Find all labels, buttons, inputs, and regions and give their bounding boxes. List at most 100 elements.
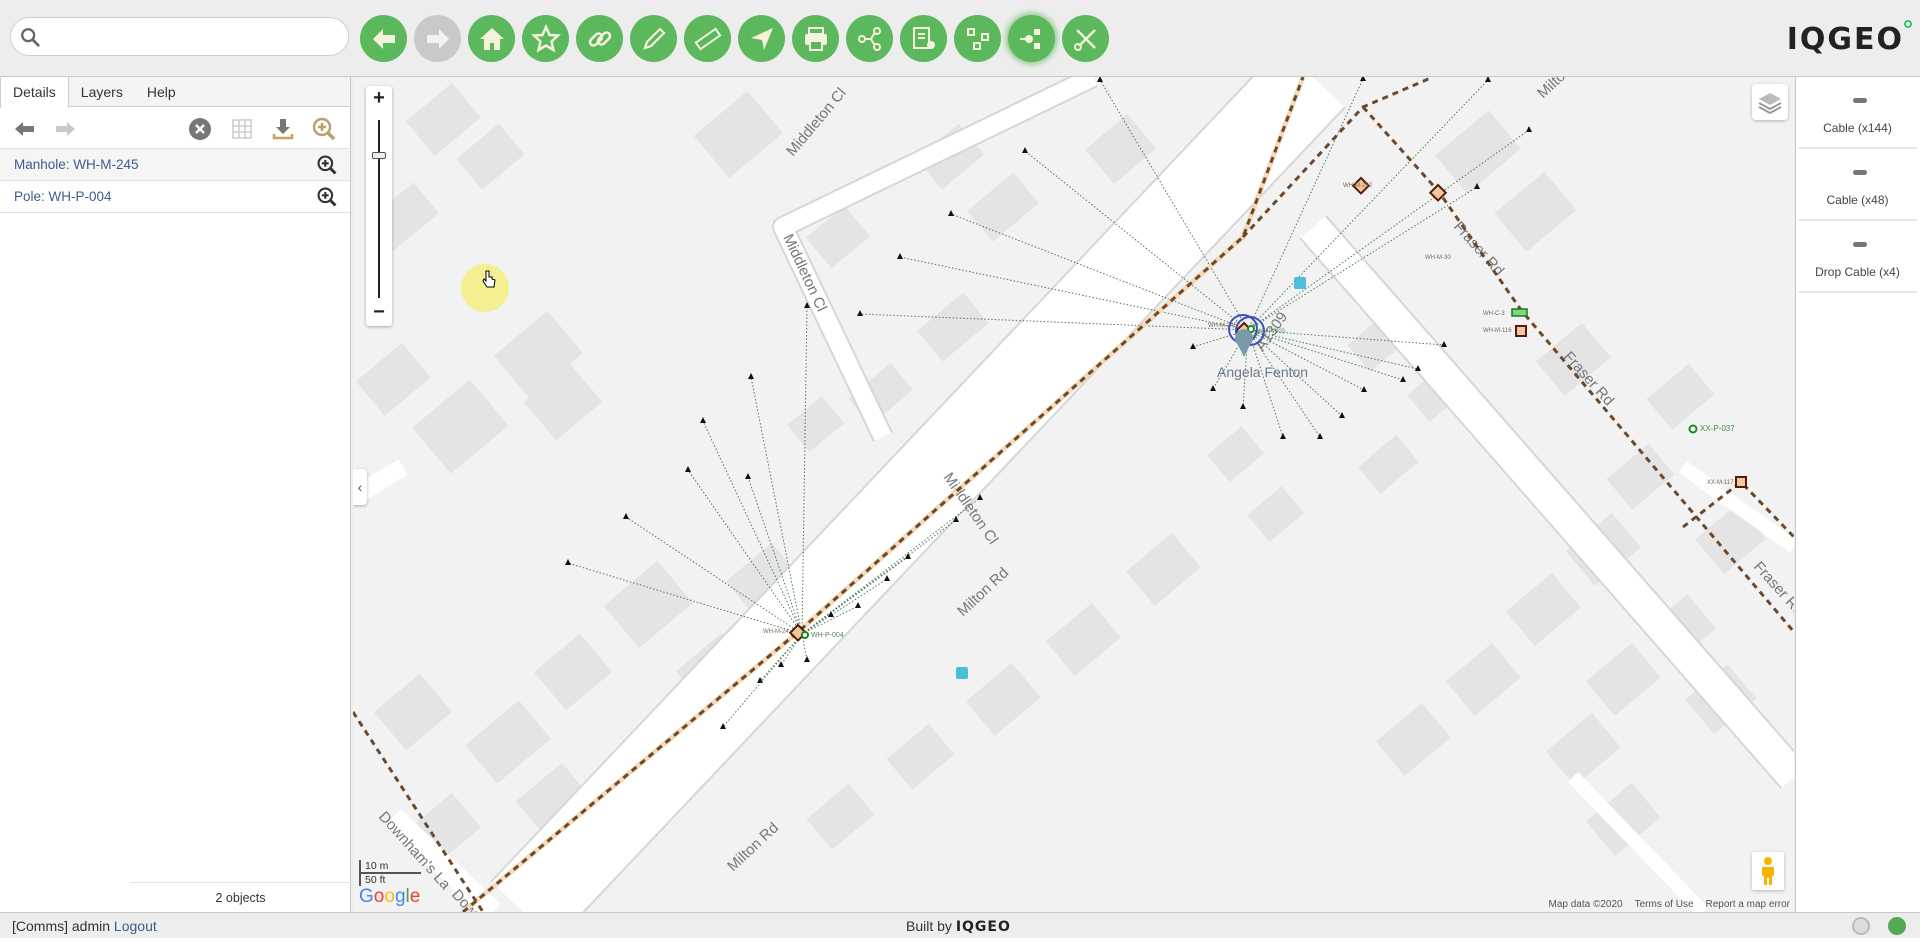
terms-link[interactable]: Terms of Use bbox=[1635, 899, 1694, 910]
drop-endpoint-marker[interactable] bbox=[948, 210, 954, 216]
result-item-pole[interactable]: Pole: WH-P-004 bbox=[0, 181, 350, 213]
map-canvas[interactable]: Middleton Cl Middleton Cl Middleton Cl M… bbox=[353, 77, 1794, 912]
trace-button[interactable] bbox=[846, 15, 893, 62]
drop-endpoint-marker[interactable] bbox=[745, 473, 751, 479]
zoom-slider-track[interactable] bbox=[378, 120, 380, 298]
result-label[interactable]: Manhole: WH-M-245 bbox=[14, 157, 139, 172]
result-label[interactable]: Pole: WH-P-004 bbox=[14, 189, 112, 204]
drop-endpoint-marker[interactable] bbox=[1526, 126, 1532, 132]
next-button[interactable] bbox=[52, 116, 78, 142]
report-settings-icon bbox=[912, 26, 935, 49]
schematic-button[interactable] bbox=[954, 15, 1001, 62]
built-by: Built by IQGEO bbox=[906, 918, 1011, 935]
tab-help[interactable]: Help bbox=[135, 77, 188, 106]
home-icon bbox=[479, 27, 504, 50]
manhole-marker bbox=[1735, 476, 1747, 488]
drop-endpoint-marker[interactable] bbox=[1485, 77, 1491, 82]
drop-endpoint-marker[interactable] bbox=[1400, 376, 1406, 382]
star-icon bbox=[530, 23, 561, 53]
logo-dot bbox=[1904, 20, 1912, 28]
drop-endpoint-marker[interactable] bbox=[1317, 433, 1323, 439]
cable-card[interactable]: Cable (x144) bbox=[1798, 79, 1917, 149]
drop-endpoint-marker[interactable] bbox=[685, 466, 691, 472]
back-button[interactable] bbox=[360, 15, 407, 62]
drop-endpoint-marker[interactable] bbox=[1339, 412, 1345, 418]
tab-details[interactable]: Details bbox=[0, 77, 69, 108]
zoom-in-icon[interactable] bbox=[316, 154, 338, 176]
link-button[interactable] bbox=[576, 15, 623, 62]
zoom-in-button[interactable]: + bbox=[366, 86, 392, 112]
map-attribution: Map data ©2020 Terms of Use Report a map… bbox=[1549, 899, 1790, 910]
print-button[interactable] bbox=[792, 15, 839, 62]
user-info: [Comms] admin Logout bbox=[12, 918, 157, 934]
drop-endpoint-marker[interactable] bbox=[700, 417, 706, 423]
schematic-icon bbox=[966, 27, 989, 50]
zoom-out-button[interactable]: − bbox=[366, 300, 392, 326]
street-view-button[interactable] bbox=[1752, 852, 1784, 890]
drop-endpoint-marker[interactable] bbox=[1097, 77, 1103, 82]
drop-endpoint-marker[interactable] bbox=[623, 513, 629, 519]
scale-metric: 10 m bbox=[359, 860, 421, 874]
clear-button[interactable] bbox=[187, 116, 213, 142]
drop-endpoint-marker[interactable] bbox=[1210, 385, 1216, 391]
tab-layers[interactable]: Layers bbox=[69, 77, 135, 106]
object-count: 2 objects bbox=[130, 882, 351, 912]
drop-endpoint-marker[interactable] bbox=[1240, 403, 1246, 409]
result-item-manhole[interactable]: Manhole: WH-M-245 bbox=[0, 149, 350, 181]
search-box[interactable] bbox=[10, 17, 349, 56]
bookmarks-button[interactable] bbox=[522, 15, 569, 62]
drop-endpoint-marker[interactable] bbox=[1190, 343, 1196, 349]
panel-tabs: Details Layers Help bbox=[0, 77, 350, 108]
report-settings-button[interactable] bbox=[900, 15, 947, 62]
plug-connector-icon bbox=[1019, 28, 1040, 49]
table-view-button[interactable] bbox=[229, 116, 255, 142]
drop-endpoint-marker[interactable] bbox=[1022, 147, 1028, 153]
layers-button[interactable] bbox=[1752, 84, 1788, 120]
drop-endpoint-marker[interactable] bbox=[897, 253, 903, 259]
drop-endpoint-marker[interactable] bbox=[1360, 77, 1366, 81]
notification-bell-icon[interactable] bbox=[1852, 917, 1870, 935]
tools-button[interactable] bbox=[1062, 15, 1109, 62]
export-button[interactable] bbox=[270, 116, 296, 142]
search-input[interactable] bbox=[51, 24, 341, 50]
road-label: Milton Rd bbox=[724, 819, 782, 875]
measure-button[interactable] bbox=[684, 15, 731, 62]
arrow-left-icon bbox=[372, 28, 395, 49]
cable-label: Cable (x144) bbox=[1823, 121, 1892, 135]
asset-label: WH-P-004 bbox=[811, 632, 844, 639]
drop-endpoint-marker[interactable] bbox=[857, 310, 863, 316]
edit-button[interactable] bbox=[630, 15, 677, 62]
home-button[interactable] bbox=[468, 15, 515, 62]
pole-marker bbox=[1688, 424, 1698, 434]
connections-button[interactable] bbox=[1008, 15, 1055, 62]
cable-card[interactable]: Drop Cable (x4) bbox=[1798, 223, 1917, 293]
map-view[interactable]: Middleton Cl Middleton Cl Middleton Cl M… bbox=[353, 77, 1794, 912]
cable-icon bbox=[1853, 242, 1867, 247]
arrow-right-icon bbox=[56, 122, 75, 136]
drop-endpoint-marker[interactable] bbox=[1441, 341, 1447, 347]
scale-metric-label: 10 m bbox=[365, 860, 389, 872]
locate-button[interactable] bbox=[738, 15, 785, 62]
map-data-text: Map data ©2020 bbox=[1548, 899, 1623, 910]
zoom-in-icon[interactable] bbox=[316, 186, 338, 208]
report-error-link[interactable]: Report a map error bbox=[1706, 899, 1790, 910]
collapse-panel-button[interactable]: ‹ bbox=[353, 469, 367, 505]
drop-endpoint-marker[interactable] bbox=[1280, 433, 1286, 439]
cable-card[interactable]: Cable (x48) bbox=[1798, 151, 1917, 221]
zoom-to-all-button[interactable] bbox=[311, 116, 337, 142]
school-pin-icon bbox=[1235, 329, 1253, 357]
drop-endpoint-marker[interactable] bbox=[1361, 386, 1367, 392]
drop-endpoint-marker[interactable] bbox=[748, 373, 754, 379]
layers-icon bbox=[1758, 93, 1782, 114]
drop-endpoint-marker[interactable] bbox=[565, 559, 571, 565]
top-toolbar: IQGEO bbox=[0, 0, 1920, 77]
zoom-control: + − bbox=[366, 86, 392, 326]
forward-button[interactable] bbox=[414, 15, 461, 62]
zoom-slider-handle[interactable] bbox=[372, 152, 386, 159]
previous-button[interactable] bbox=[12, 116, 38, 142]
cable-icon bbox=[1853, 98, 1867, 103]
road-label: Fraser Rd bbox=[1450, 218, 1507, 279]
logout-link[interactable]: Logout bbox=[114, 918, 157, 934]
ruler-icon bbox=[693, 26, 722, 51]
google-logo[interactable]: Google bbox=[359, 886, 420, 908]
